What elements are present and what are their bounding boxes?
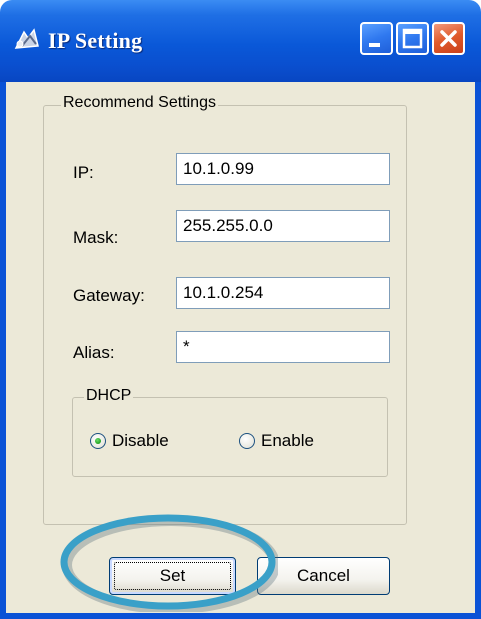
dialog-client-area: Recommend Settings IP: Mask: Gateway: Al… xyxy=(0,82,481,619)
set-button[interactable]: Set xyxy=(109,557,236,595)
radio-selected-icon xyxy=(90,433,106,449)
dhcp-disable-radio[interactable]: Disable xyxy=(90,431,169,451)
maximize-button[interactable] xyxy=(396,22,429,55)
network-tool-icon xyxy=(12,26,42,52)
title-bar[interactable]: IP Setting xyxy=(0,0,481,82)
maximize-icon xyxy=(402,28,423,49)
window-title: IP Setting xyxy=(48,28,143,53)
close-icon xyxy=(440,30,457,47)
mask-input[interactable] xyxy=(176,210,390,242)
minimize-button[interactable] xyxy=(360,22,393,55)
mask-label: Mask: xyxy=(73,228,119,247)
dhcp-enable-label: Enable xyxy=(261,431,314,450)
alias-label: Alias: xyxy=(73,343,115,362)
alias-input[interactable] xyxy=(176,331,390,363)
dhcp-disable-label: Disable xyxy=(112,431,169,450)
ip-input[interactable] xyxy=(176,153,390,185)
radio-unselected-icon xyxy=(239,433,255,449)
cancel-button-label: Cancel xyxy=(297,566,350,585)
gateway-label: Gateway: xyxy=(73,286,145,305)
gateway-input[interactable] xyxy=(176,277,390,309)
dhcp-enable-radio[interactable]: Enable xyxy=(239,431,314,451)
recommend-settings-label: Recommend Settings xyxy=(61,94,218,112)
ip-setting-dialog: IP Setting Recommend Settings IP: Mask: … xyxy=(0,0,481,619)
dhcp-label: DHCP xyxy=(84,387,134,405)
cancel-button[interactable]: Cancel xyxy=(257,557,390,595)
close-button[interactable] xyxy=(432,22,465,55)
ip-label: IP: xyxy=(73,163,94,182)
minimize-icon xyxy=(369,43,380,47)
